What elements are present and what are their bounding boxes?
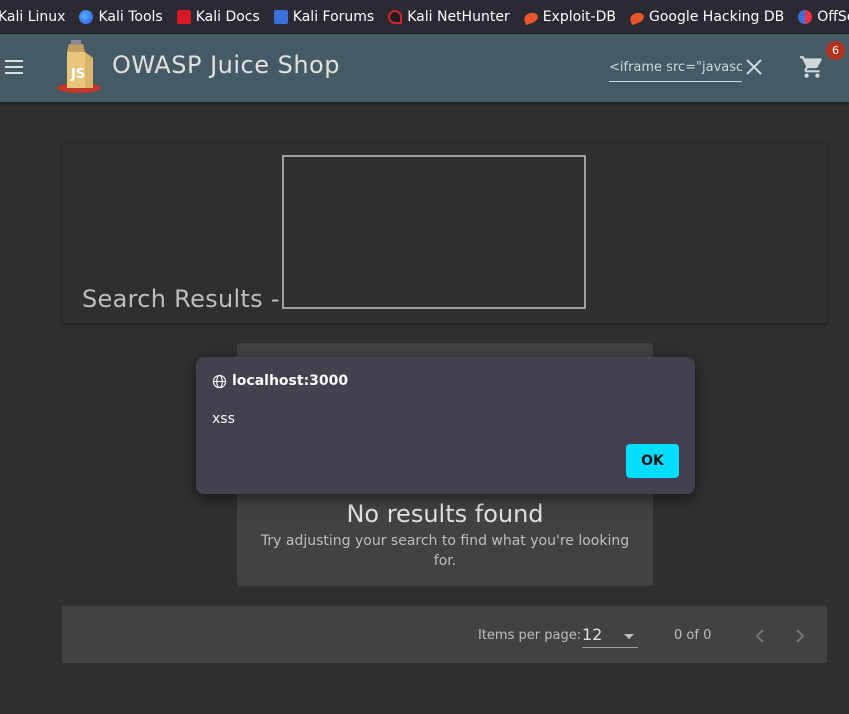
dialog-origin: localhost:3000 [212,373,348,389]
bookmark-label: Kali Linux [0,8,66,25]
page-range-label: 0 of 0 [674,628,712,643]
bookmark-kali-docs[interactable]: Kali Docs [176,0,260,33]
search-results-card: Search Results - [62,143,827,323]
exploit-db-icon [522,10,539,25]
kali-forums-icon [273,9,288,24]
bookmark-kali-nethunter[interactable]: Kali NetHunter [388,0,510,33]
bookmark-label: Kali Tools [98,8,163,25]
bookmark-label: Kali NetHunter [407,8,510,25]
ghdb-icon [628,10,646,25]
cart-count-badge: 6 [826,41,845,60]
items-per-page-select[interactable]: 12 [582,624,638,648]
bookmark-label: Kali Forums [292,8,375,25]
paginator: Items per page: 12 0 of 0 [62,606,827,663]
bookmark-kali-forums[interactable]: Kali Forums [273,0,375,33]
dialog-origin-text: localhost:3000 [232,373,349,389]
svg-text:JS: JS [70,67,85,82]
next-page-icon[interactable] [788,624,812,648]
globe-icon [212,374,227,388]
dialog-message: xss [212,411,235,427]
bookmarks-toolbar: Kali Linux Kali Tools Kali Docs Kali For… [0,0,849,34]
juice-shop-logo[interactable]: JS [55,38,105,94]
search-field[interactable] [609,54,742,82]
bookmark-exploit-db[interactable]: Exploit-DB [522,0,616,33]
items-per-page-value: 12 [582,625,603,644]
bookmark-kali-linux[interactable]: Kali Linux [0,0,66,33]
nethunter-icon [388,9,403,24]
menu-icon[interactable] [4,54,26,82]
kali-docs-icon [176,9,191,24]
search-results-heading: Search Results - [82,285,280,313]
chevron-down-icon [624,634,634,639]
offsec-icon [798,9,813,24]
app-title[interactable]: OWASP Juice Shop [112,51,340,79]
bookmark-label: OffSec [817,8,849,25]
search-input[interactable] [609,54,742,80]
no-results-title: No results found [346,500,544,528]
previous-page-icon[interactable] [748,624,772,648]
injected-iframe[interactable] [282,155,586,309]
bookmark-label: Kali Docs [195,8,260,25]
bookmark-label: Google Hacking DB [648,8,785,25]
cart-icon[interactable] [799,54,825,80]
close-icon[interactable] [744,55,764,79]
no-results-text: Try adjusting your search to find what y… [260,533,630,569]
alert-dialog: localhost:3000 xss OK [196,357,695,494]
ok-button[interactable]: OK [626,444,679,478]
app-toolbar: JS OWASP Juice Shop [0,34,849,102]
bookmark-kali-tools[interactable]: Kali Tools [79,0,163,33]
bookmark-google-hacking-db[interactable]: Google Hacking DB [628,0,785,33]
bookmark-offsec[interactable]: OffSec [798,0,849,33]
items-per-page-label: Items per page: [478,628,582,643]
bookmark-label: Exploit-DB [542,8,616,25]
kali-tools-icon [79,9,94,24]
